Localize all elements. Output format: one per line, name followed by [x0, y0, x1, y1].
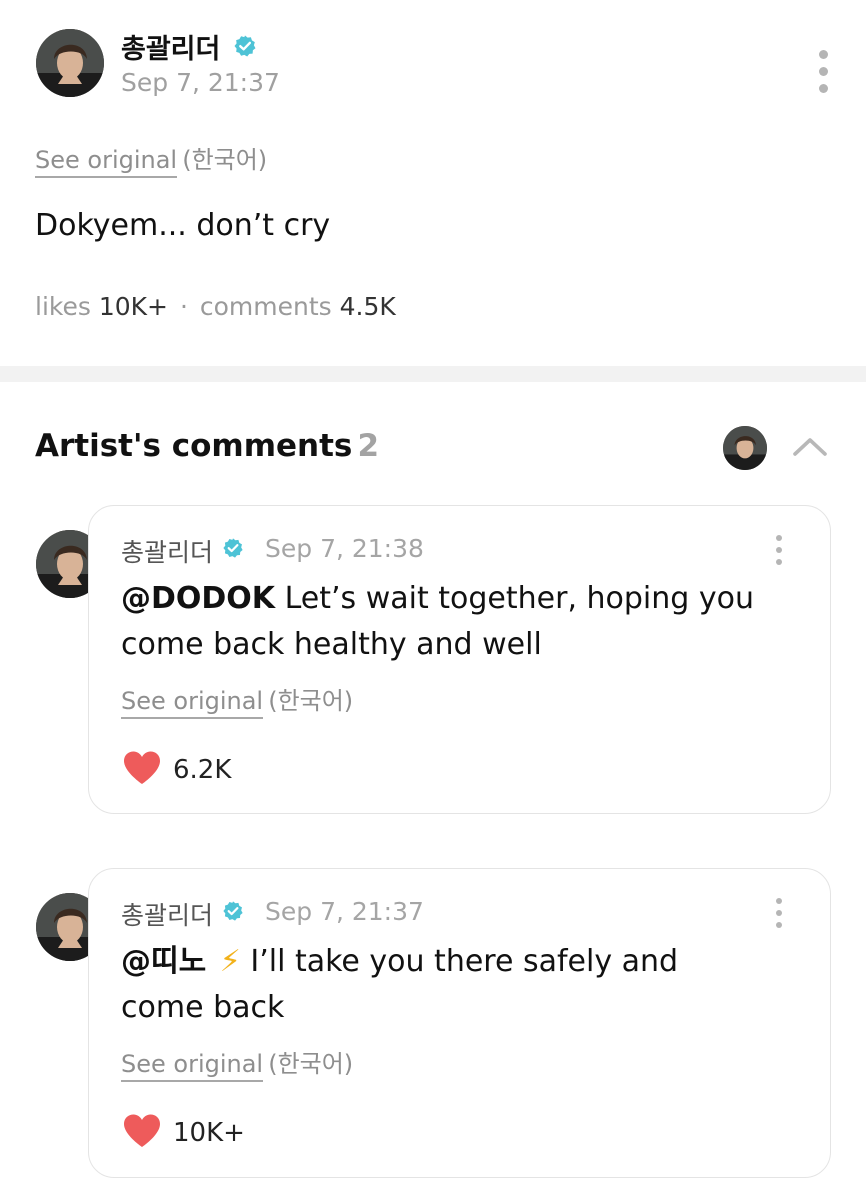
comment-more-menu-icon[interactable]	[773, 535, 785, 565]
comment-language-tag: (한국어)	[268, 1050, 354, 1078]
comments-label: comments	[199, 292, 332, 321]
heart-icon[interactable]	[122, 750, 162, 786]
post-timestamp: Sep 7, 21:37	[121, 68, 280, 97]
author-name[interactable]: 총괄리더	[121, 27, 220, 66]
post-see-original-link[interactable]: See original	[35, 146, 178, 178]
comment-language-tag: (한국어)	[268, 687, 354, 715]
comment-body: @띠노 ⚡ I’ll take you there safely and com…	[121, 939, 721, 1031]
comments-count[interactable]: 4.5K	[340, 292, 396, 321]
comment-author-name[interactable]: 총괄리더	[121, 896, 213, 932]
artist-comments-header: Artist's comments 2	[35, 428, 379, 464]
post-more-menu-icon[interactable]	[815, 50, 831, 93]
lightning-emoji-icon: ⚡	[219, 944, 241, 979]
comment-mention[interactable]: @DODOK	[121, 581, 275, 616]
likes-label: likes	[35, 292, 91, 321]
likes-count[interactable]: 10K+	[99, 292, 168, 321]
post-translation-row: See original (한국어)	[35, 140, 268, 178]
comment-timestamp: Sep 7, 21:38	[265, 534, 424, 563]
comment-body: @DODOK Let’s wait together, hoping you c…	[121, 576, 801, 668]
comment-mention[interactable]: @띠노	[121, 944, 206, 979]
comment-like-count: 10K+	[173, 1118, 245, 1148]
comment-author-name[interactable]: 총괄리더	[121, 533, 213, 569]
verified-badge-icon	[222, 537, 244, 559]
verified-badge-icon	[233, 34, 257, 58]
author-avatar[interactable]	[36, 29, 104, 97]
post-language-tag: (한국어)	[182, 146, 268, 174]
artist-avatar-small[interactable]	[723, 426, 767, 470]
heart-icon[interactable]	[122, 1113, 162, 1149]
comment-timestamp: Sep 7, 21:37	[265, 897, 424, 926]
artist-comments-title: Artist's comments	[35, 428, 353, 464]
comment-like-count: 6.2K	[173, 755, 232, 785]
comment-translation-row: See original (한국어)	[121, 1044, 354, 1082]
section-divider	[0, 366, 866, 382]
comment-see-original-link[interactable]: See original	[121, 1050, 264, 1082]
comment-more-menu-icon[interactable]	[773, 898, 785, 928]
verified-badge-icon	[222, 900, 244, 922]
post-stats: likes 10K+ · comments 4.5K	[35, 292, 396, 321]
stats-separator: ·	[179, 292, 188, 321]
chevron-up-icon[interactable]	[792, 434, 828, 458]
artist-comments-count: 2	[357, 428, 380, 464]
post-body-text: Dokyem... don’t cry	[35, 208, 331, 243]
comment-see-original-link[interactable]: See original	[121, 687, 264, 719]
comment-translation-row: See original (한국어)	[121, 681, 354, 719]
